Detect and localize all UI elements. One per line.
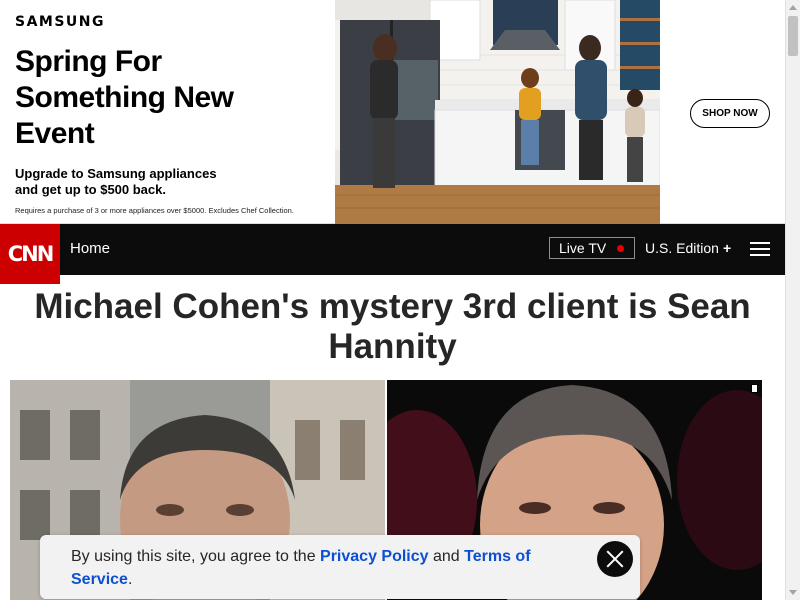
consent-text: By using this site, you agree to the Pri… — [71, 545, 551, 591]
ad-headline: Spring For Something New Event — [15, 45, 234, 150]
samsung-ad-banner[interactable]: SAMSUNG Spring For Something New Event U… — [0, 0, 785, 224]
ad-kitchen-photo[interactable] — [335, 0, 660, 224]
live-tv-label: Live TV — [559, 240, 607, 256]
nav-home-link[interactable]: Home — [70, 240, 110, 257]
cnn-logo-text: CNN — [7, 242, 55, 266]
privacy-consent-banner: By using this site, you agree to the Pri… — [40, 535, 640, 599]
ad-subtext: Upgrade to Samsung appliances and get up… — [15, 166, 217, 197]
ad-brand-logo: SAMSUNG — [15, 14, 106, 30]
cnn-logo[interactable]: CNN — [0, 224, 60, 284]
ad-copy: SAMSUNG Spring For Something New Event U… — [0, 0, 335, 224]
shop-now-button[interactable]: SHOP NOW — [690, 99, 770, 128]
expand-icon[interactable] — [751, 384, 758, 393]
scroll-down-icon[interactable] — [789, 590, 797, 595]
consent-and: and — [428, 548, 465, 565]
scrollbar-thumb[interactable] — [788, 16, 798, 56]
scroll-up-icon[interactable] — [789, 5, 797, 10]
live-tv-button[interactable]: Live TV — [549, 237, 635, 259]
cnn-top-nav: CNN Home Live TV U.S. Edition + — [0, 224, 785, 284]
edition-selector[interactable]: U.S. Edition + — [645, 240, 731, 256]
article-headline: Michael Cohen's mystery 3rd client is Se… — [34, 287, 751, 366]
consent-suffix: . — [127, 571, 133, 588]
close-icon[interactable] — [597, 541, 633, 577]
menu-icon[interactable] — [750, 242, 770, 258]
ad-fine-print: Requires a purchase of 3 or more applian… — [15, 206, 294, 215]
live-indicator-icon — [617, 245, 624, 252]
consent-prefix: By using this site, you agree to the — [71, 548, 321, 565]
edition-label: U.S. Edition — [645, 240, 719, 256]
vertical-scrollbar[interactable] — [785, 0, 800, 600]
plus-icon: + — [722, 240, 732, 256]
privacy-policy-link[interactable]: Privacy Policy — [320, 548, 429, 565]
ad-cta-area: SHOP NOW — [660, 0, 785, 224]
